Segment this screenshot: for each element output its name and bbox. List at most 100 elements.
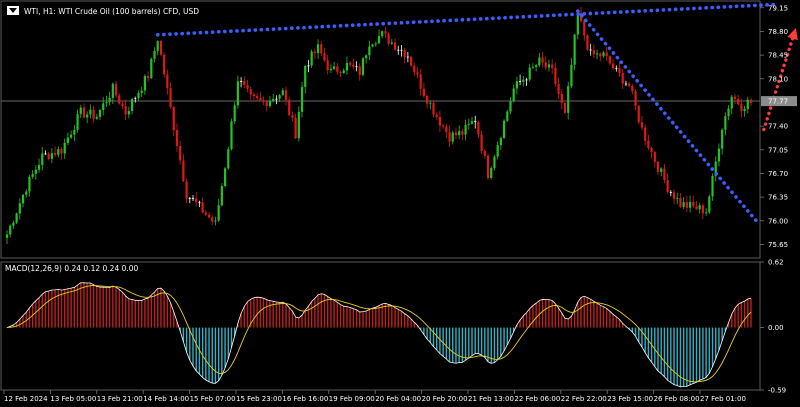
macd-bar xyxy=(692,327,694,384)
candle xyxy=(361,57,365,77)
macd-bar xyxy=(112,286,114,328)
macd-bar xyxy=(670,327,672,383)
price-tick-label: 76.00 xyxy=(768,217,788,225)
candle xyxy=(230,118,233,151)
macd-bar xyxy=(205,327,207,380)
macd-label: MACD(12,26,9) 0.24 0.12 0.24 0.00 xyxy=(5,264,139,273)
macd-bar xyxy=(378,305,380,328)
macd-bar xyxy=(73,287,76,328)
macd-bar xyxy=(545,299,547,328)
macd-bar xyxy=(35,300,37,328)
macd-bar xyxy=(708,327,711,374)
macd-bar xyxy=(140,300,143,328)
macd-bar xyxy=(99,287,101,328)
macd-bar xyxy=(570,316,573,328)
time-tick-label: 20 Feb 04:00 xyxy=(375,395,421,403)
price-tick-label: 78.45 xyxy=(768,52,788,60)
candle xyxy=(409,55,413,67)
macd-tick-label: 0.00 xyxy=(768,324,784,332)
macd-bar xyxy=(580,297,582,328)
macd-bar xyxy=(718,327,720,351)
candle xyxy=(150,57,153,79)
macd-bar xyxy=(118,289,120,328)
macd-bar xyxy=(496,327,499,360)
macd-bar xyxy=(86,283,88,328)
macd-bar xyxy=(657,327,659,372)
candle xyxy=(586,33,589,51)
macd-bar xyxy=(583,296,585,328)
macd-bar xyxy=(134,300,136,328)
macd-bar xyxy=(208,327,210,382)
macd-bar xyxy=(679,327,682,387)
macd-bar xyxy=(426,327,428,340)
macd-bar xyxy=(102,287,104,328)
macd-bar xyxy=(282,302,284,328)
macd-bar xyxy=(397,309,399,328)
macd-tick-label: 0.62 xyxy=(768,259,784,267)
macd-bar xyxy=(333,300,335,328)
macd-bar xyxy=(666,327,669,381)
price-tick-label: 76.35 xyxy=(768,194,788,202)
macd-bar xyxy=(702,327,704,380)
candle xyxy=(233,102,236,124)
time-tick-label: 22 Feb 22:00 xyxy=(561,395,607,403)
macd-bar xyxy=(166,296,169,328)
macd-bar xyxy=(371,308,374,328)
macd-bar xyxy=(153,291,156,328)
price-tick-label: 78.80 xyxy=(768,28,788,36)
time-tick-label: 23 Feb 15:00 xyxy=(607,395,653,403)
macd-bar xyxy=(227,327,229,359)
macd-bar xyxy=(660,327,662,374)
macd-bar xyxy=(349,307,351,328)
macd-bar xyxy=(76,285,79,328)
time-tick-label: 14 Feb 14:00 xyxy=(143,395,189,403)
macd-bar xyxy=(480,327,483,356)
macd-bar xyxy=(522,315,525,328)
macd-bar xyxy=(589,299,592,328)
macd-bar xyxy=(150,295,153,328)
macd-bar xyxy=(695,327,698,383)
macd-bar xyxy=(747,299,749,328)
macd-bar xyxy=(294,317,297,328)
macd-bar xyxy=(64,289,66,328)
candle xyxy=(486,153,490,181)
candle xyxy=(563,102,567,115)
macd-bar xyxy=(54,289,56,328)
macd-bar xyxy=(83,282,85,328)
macd-bar xyxy=(403,313,406,328)
macd-bar xyxy=(682,327,685,387)
macd-bar xyxy=(734,308,736,328)
macd-bar xyxy=(448,327,451,363)
candle xyxy=(490,166,493,180)
candle xyxy=(220,183,223,207)
macd-bar xyxy=(214,327,217,384)
macd-bar xyxy=(144,298,146,328)
macd-bar xyxy=(445,327,448,359)
macd-bar xyxy=(169,302,172,328)
macd-bar xyxy=(638,327,640,342)
macd-bar xyxy=(266,299,268,328)
macd-bar xyxy=(201,327,204,378)
macd-bar xyxy=(128,298,130,328)
macd-bar xyxy=(394,307,396,328)
macd-bar xyxy=(67,288,69,328)
macd-bar xyxy=(339,304,342,328)
macd-bar xyxy=(743,301,746,328)
price-tick-label: 77.40 xyxy=(768,123,788,131)
time-tick-label: 19 Feb 09:00 xyxy=(329,395,375,403)
macd-bar xyxy=(211,327,213,384)
macd-bar xyxy=(484,327,486,358)
macd-bar xyxy=(70,288,72,328)
macd-bar xyxy=(673,327,675,385)
macd-bar xyxy=(561,312,563,328)
macd-bar xyxy=(115,287,117,328)
macd-bar xyxy=(272,301,274,328)
candle xyxy=(288,97,291,116)
price-tick-label: 75.65 xyxy=(768,241,788,249)
macd-bar xyxy=(737,304,739,328)
macd-bar xyxy=(314,298,316,328)
price-tick-label: 79.15 xyxy=(768,4,788,12)
macd-bar xyxy=(400,311,403,328)
macd-bar xyxy=(452,327,454,363)
macd-bar xyxy=(352,308,355,328)
